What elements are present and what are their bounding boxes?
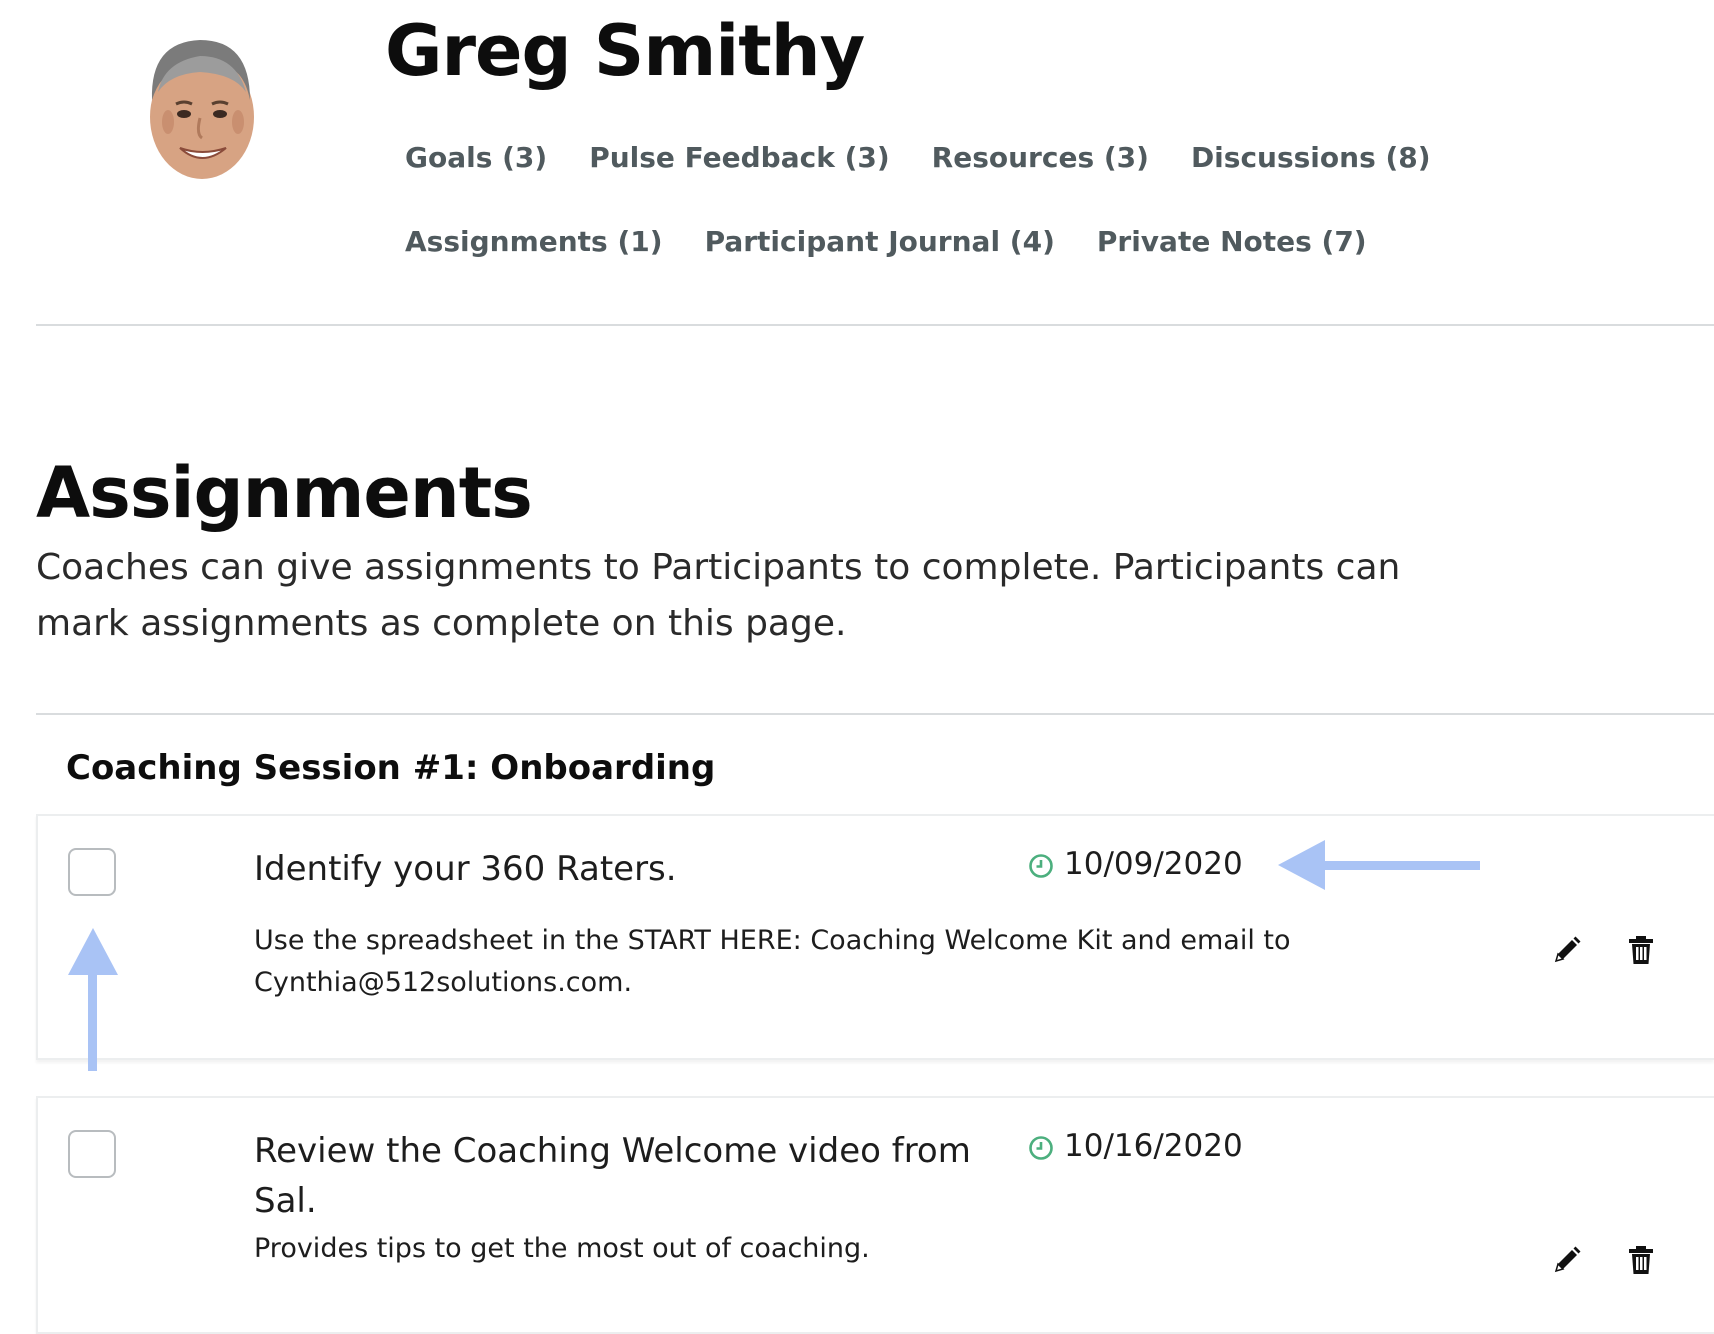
page-title: Assignments [36,452,533,534]
tab-private-notes[interactable]: Private Notes (7) [1097,224,1367,260]
assignment-note: Use the spreadsheet in the START HERE: C… [254,925,1291,998]
header-divider [36,324,1714,326]
tab-resources[interactable]: Resources (3) [932,140,1149,176]
trash-icon[interactable] [1624,1243,1658,1277]
assignment-title: Review the Coaching Welcome video from S… [254,1131,971,1221]
tab-assignments[interactable]: Assignments (1) [405,224,663,260]
tab-participant-journal[interactable]: Participant Journal (4) [705,224,1055,260]
complete-checkbox[interactable] [68,1130,116,1178]
trash-icon[interactable] [1624,933,1658,967]
tab-goals[interactable]: Goals (3) [405,140,547,176]
session-title: Coaching Session #1: Onboarding [66,748,716,788]
pencil-icon[interactable] [1550,933,1584,967]
page-description: Coaches can give assignments to Particip… [36,547,1401,644]
avatar-photo [150,40,254,179]
pencil-icon[interactable] [1550,1243,1584,1277]
due-date: 10/09/2020 [1028,846,1243,882]
assignment-title: Identify your 360 Raters. [254,849,677,889]
due-date-text: 10/16/2020 [1064,1128,1243,1164]
assignment-card: Identify your 360 Raters. 10/09/2020 Use… [36,814,1714,1060]
clock-icon [1028,851,1054,878]
due-date: 10/16/2020 [1028,1128,1243,1164]
avatar [140,22,260,182]
profile-name: Greg Smithy [385,10,865,92]
profile-nav: Goals (3) Pulse Feedback (3) Resources (… [405,140,1645,260]
assignment-note: Provides tips to get the most out of coa… [254,1233,870,1264]
assignment-card: Review the Coaching Welcome video from S… [36,1096,1714,1334]
tab-pulse-feedback[interactable]: Pulse Feedback (3) [589,140,889,176]
tab-discussions[interactable]: Discussions (8) [1191,140,1431,176]
complete-checkbox[interactable] [68,848,116,896]
due-date-text: 10/09/2020 [1064,846,1243,882]
section-divider [36,713,1714,715]
clock-icon [1028,1133,1054,1160]
